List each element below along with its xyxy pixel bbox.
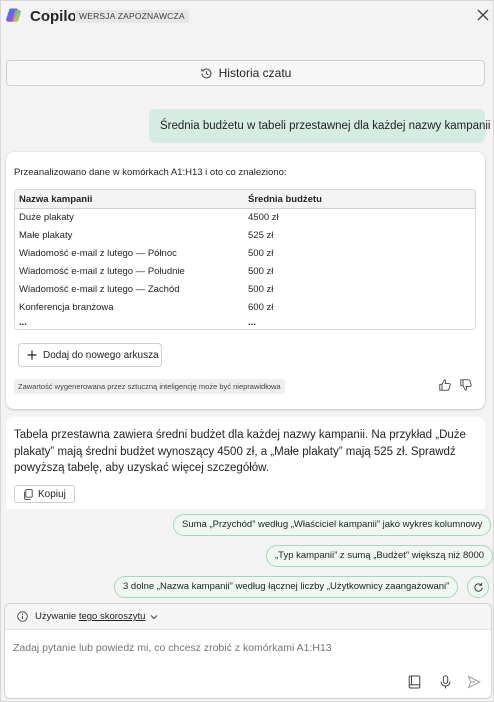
suggestion-chip[interactable]: Suma „Przychód” według „Właściciel kampa…	[173, 514, 492, 536]
thumbs-up-icon[interactable]	[438, 378, 452, 392]
table-row: Duże plakaty 4500 zł	[15, 209, 475, 227]
table-cell: Konferencja branżowa	[19, 302, 114, 313]
copy-button[interactable]: Kopiuj	[14, 485, 75, 503]
composer: Używanie tego skoroszytu	[4, 603, 492, 699]
table-cell: Wiadomość e-mail z lutego — Zachód	[19, 284, 180, 295]
suggestion-chip[interactable]: 3 dolne „Nazwa kampanii” według łącznej …	[114, 576, 459, 598]
send-icon	[467, 675, 481, 689]
table-row: Małe plakaty 525 zł	[15, 227, 475, 245]
prompt-input[interactable]	[13, 642, 473, 654]
microphone-icon	[440, 675, 450, 689]
copy-icon	[24, 488, 33, 500]
summary-text: Tabela przestawna zawiera średni budżet …	[14, 429, 466, 474]
context-bar: Używanie tego skoroszytu	[5, 604, 491, 630]
header: Copilot WERSJA ZAPOZNAWCZA	[1, 1, 494, 33]
refresh-suggestions-button[interactable]	[467, 576, 489, 598]
table-cell: Małe plakaty	[19, 230, 73, 241]
context-selector[interactable]: Używanie tego skoroszytu	[35, 611, 145, 622]
table-header-campaign: Nazwa kampanii	[19, 194, 93, 205]
table-row: Wiadomość e-mail z lutego — Południe 500…	[15, 263, 475, 281]
table-cell: 500 zł	[248, 284, 274, 295]
context-link[interactable]: tego skoroszytu	[79, 611, 146, 622]
ai-disclaimer: Zawartość wygenerowana przez sztuczną in…	[14, 379, 285, 394]
chat-history-button[interactable]: Historia czatu	[6, 60, 485, 86]
chat-history-label: Historia czatu	[218, 66, 292, 80]
result-table: Nazwa kampanii Średnia budżetu Duże plak…	[14, 189, 476, 330]
summary-card: Tabela przestawna zawiera średni budżet …	[6, 417, 485, 509]
table-cell: 500 zł	[248, 248, 274, 259]
response-card: Przeanalizowano dane w komórkach A1:H13 …	[6, 152, 485, 409]
send-button[interactable]	[466, 674, 482, 690]
table-row: ... ...	[15, 314, 475, 329]
add-to-new-sheet-label: Dodaj do nowego arkusza	[43, 349, 159, 361]
refresh-icon	[473, 582, 483, 592]
app-title: Copilot	[30, 8, 82, 25]
copilot-pane: Copilot WERSJA ZAPOZNAWCZA Historia czat…	[0, 0, 494, 702]
table-cell: Wiadomość e-mail z lutego — Północ	[19, 248, 177, 259]
table-cell: ...	[248, 317, 256, 328]
table-cell: ...	[19, 317, 27, 328]
table-cell: 500 zł	[248, 266, 274, 277]
user-message: Średnia budżetu w tabeli przestawnej dla…	[149, 109, 491, 143]
notebook-icon	[408, 675, 420, 689]
table-header-average: Średnia budżetu	[248, 194, 322, 205]
microphone-button[interactable]	[437, 674, 453, 690]
thumbs-down-icon[interactable]	[459, 378, 473, 392]
context-prefix: Używanie	[35, 611, 79, 622]
table-cell: Duże plakaty	[19, 212, 74, 223]
history-icon	[200, 68, 212, 78]
plus-icon	[27, 350, 37, 360]
chevron-down-icon[interactable]	[150, 613, 158, 621]
add-to-new-sheet-button[interactable]: Dodaj do nowego arkusza	[18, 343, 162, 367]
table-header-row: Nazwa kampanii Średnia budżetu	[15, 190, 475, 209]
close-button[interactable]	[473, 5, 493, 25]
prompt-guide-button[interactable]	[406, 674, 422, 690]
table-cell: 4500 zł	[248, 212, 279, 223]
response-intro: Przeanalizowano dane w komórkach A1:H13 …	[14, 167, 287, 178]
copy-label: Kopiuj	[38, 488, 66, 500]
info-icon	[17, 611, 28, 622]
table-row: Wiadomość e-mail z lutego — Zachód 500 z…	[15, 281, 475, 299]
preview-badge: WERSJA ZAPOZNAWCZA	[75, 10, 189, 23]
table-cell: 525 zł	[248, 230, 274, 241]
copilot-logo-icon	[6, 8, 21, 22]
table-cell: Wiadomość e-mail z lutego — Południe	[19, 266, 185, 277]
close-icon	[477, 9, 489, 21]
table-cell: 600 zł	[248, 302, 274, 313]
table-row: Wiadomość e-mail z lutego — Północ 500 z…	[15, 245, 475, 263]
suggestion-chip[interactable]: „Typ kampanii” z sumą „Budżet” większą n…	[266, 545, 494, 567]
